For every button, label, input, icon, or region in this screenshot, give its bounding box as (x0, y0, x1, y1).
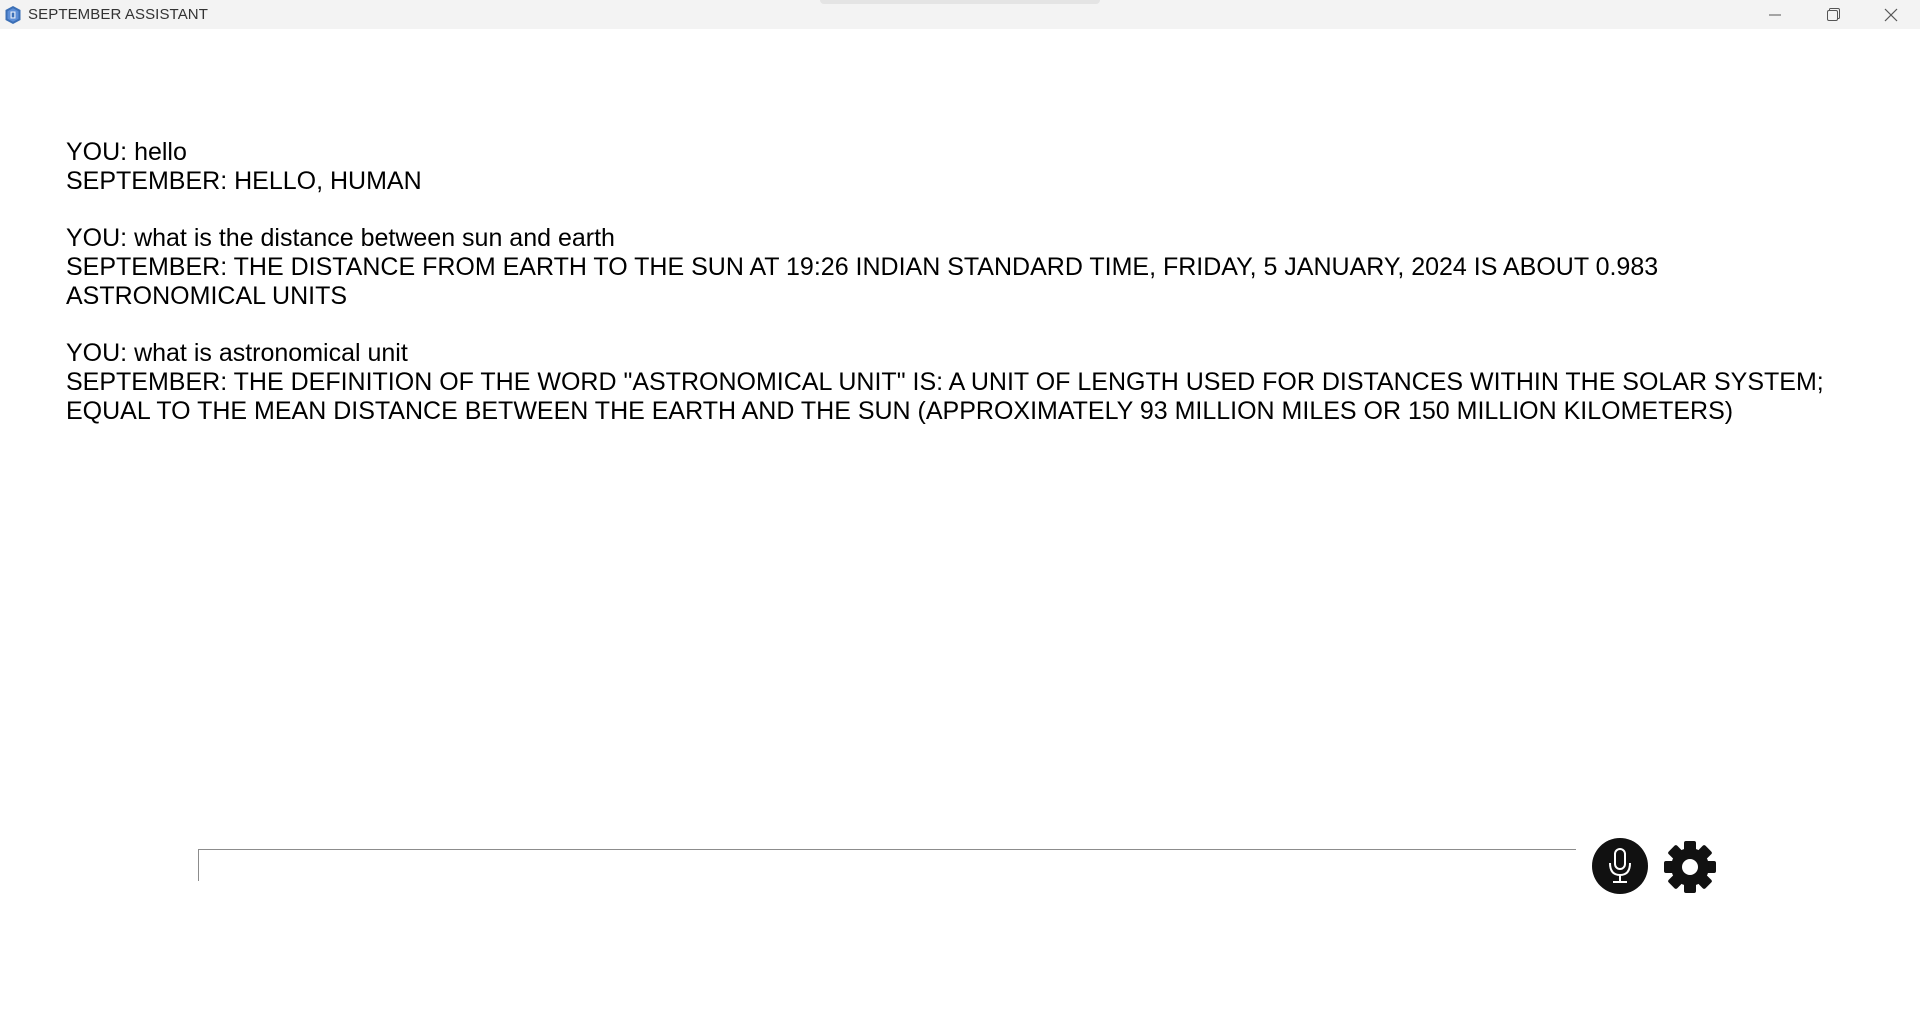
restore-icon (1826, 8, 1840, 21)
assistant-message: SEPTEMBER: THE DISTANCE FROM EARTH TO TH… (66, 253, 1664, 310)
user-message: YOU: hello (66, 138, 187, 166)
query-input[interactable] (198, 849, 1576, 881)
microphone-icon (1609, 848, 1631, 883)
minimize-button[interactable] (1746, 0, 1804, 29)
chat-transcript: YOU: hello SEPTEMBER: HELLO, HUMAN YOU: … (66, 138, 1846, 426)
user-message: YOU: what is astronomical unit (66, 339, 408, 367)
close-button[interactable] (1862, 0, 1920, 29)
title-bar[interactable]: SEPTEMBER ASSISTANT (0, 0, 1920, 29)
microphone-button[interactable] (1592, 838, 1648, 894)
restore-button[interactable] (1804, 0, 1862, 29)
assistant-message: SEPTEMBER: HELLO, HUMAN (66, 167, 422, 195)
assistant-message: SEPTEMBER: THE DEFINITION OF THE WORD "A… (66, 368, 1831, 425)
window-controls (1746, 0, 1920, 29)
python-icon (5, 5, 21, 24)
title-bar-notch (820, 0, 1100, 4)
minimize-icon (1769, 14, 1781, 15)
user-message: YOU: what is the distance between sun an… (66, 224, 615, 252)
settings-button[interactable] (1661, 838, 1719, 896)
window-title: SEPTEMBER ASSISTANT (28, 6, 208, 23)
app-window: SEPTEMBER ASSISTANT YOU: hello SEPTEMBER… (0, 0, 1920, 1015)
close-icon (1884, 8, 1898, 21)
gear-icon (1664, 841, 1716, 893)
